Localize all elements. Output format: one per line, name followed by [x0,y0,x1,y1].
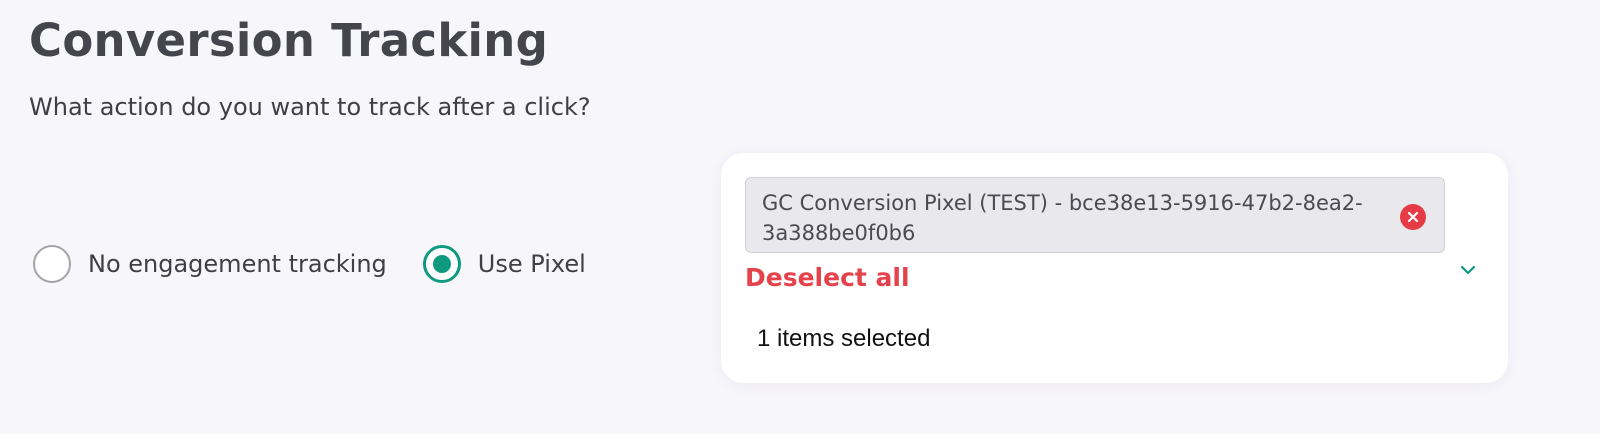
close-icon [1407,211,1419,223]
tracking-option-group: No engagement tracking Use Pixel [33,244,586,284]
radio-label: Use Pixel [477,250,586,278]
close-circle-icon[interactable] [1400,204,1426,230]
chip-label: GC Conversion Pixel (TEST) - bce38e13-59… [762,191,1363,245]
selected-count-text: 1 items selected [757,325,931,352]
conversion-tracking-page: Conversion Tracking What action do you w… [0,0,1600,434]
page-title: Conversion Tracking [29,14,549,67]
radio-no-engagement-tracking[interactable]: No engagement tracking [33,245,387,283]
page-subtitle: What action do you want to track after a… [29,93,591,121]
radio-circle-checked[interactable] [422,245,461,283]
radio-use-pixel[interactable]: Use Pixel [422,245,586,283]
radio-circle-unchecked[interactable] [33,245,71,283]
chevron-down-icon[interactable] [1456,258,1480,282]
radio-label: No engagement tracking [88,250,387,278]
deselect-all-button[interactable]: Deselect all [745,263,910,292]
selected-pixel-chip: GC Conversion Pixel (TEST) - bce38e13-59… [745,177,1445,253]
pixel-multiselect[interactable]: GC Conversion Pixel (TEST) - bce38e13-59… [721,153,1508,383]
radio-dot [432,255,451,273]
